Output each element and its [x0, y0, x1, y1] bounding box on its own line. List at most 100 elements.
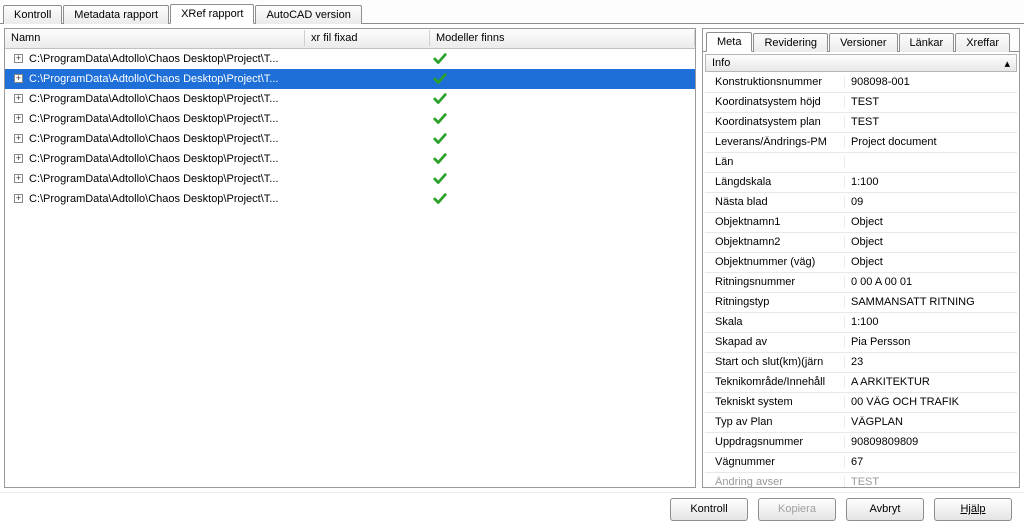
expand-icon[interactable]: + [14, 94, 23, 103]
property-key: Objektnamn1 [705, 216, 845, 228]
property-value[interactable]: TEST [845, 96, 1017, 108]
property-value[interactable]: A ARKITEKTUR [845, 376, 1017, 388]
property-row[interactable]: Objektnamn1Object [705, 213, 1017, 233]
property-value[interactable]: Object [845, 236, 1017, 248]
property-key: Konstruktionsnummer [705, 76, 845, 88]
column-header-modeller[interactable]: Modeller finns [430, 30, 695, 46]
tab-lankar[interactable]: Länkar [899, 33, 955, 52]
cell-modeller [430, 172, 695, 186]
expand-icon[interactable]: + [14, 114, 23, 123]
hjalp-label: Hjälp [960, 503, 985, 515]
tab-xreffar[interactable]: Xreffar [955, 33, 1010, 52]
expand-icon[interactable]: + [14, 54, 23, 63]
property-row[interactable]: Typ av PlanVÄGPLAN [705, 413, 1017, 433]
property-value[interactable]: 1:100 [845, 176, 1017, 188]
property-row[interactable]: Skapad avPia Persson [705, 333, 1017, 353]
list-header: Namn xr fil fixad Modeller finns [5, 29, 695, 49]
property-value[interactable]: Object [845, 216, 1017, 228]
property-row[interactable]: Ändring avserTEST [705, 473, 1017, 487]
property-value[interactable]: Object [845, 256, 1017, 268]
property-value[interactable]: 0 00 A 00 01 [845, 276, 1017, 288]
cell-modeller [430, 52, 695, 66]
property-key: Skapad av [705, 336, 845, 348]
xref-list-panel: Namn xr fil fixad Modeller finns + C:\Pro… [4, 28, 696, 488]
tab-autocad-version[interactable]: AutoCAD version [255, 5, 361, 24]
footer: Kontroll Kopiera Avbryt Hjälp [0, 492, 1024, 527]
table-row[interactable]: +C:\ProgramData\Adtollo\Chaos Desktop\Pr… [5, 69, 695, 89]
property-row[interactable]: Objektnamn2Object [705, 233, 1017, 253]
table-row[interactable]: +C:\ProgramData\Adtollo\Chaos Desktop\Pr… [5, 169, 695, 189]
kopiera-button: Kopiera [758, 498, 836, 521]
column-header-namn[interactable]: Namn [5, 30, 305, 46]
table-row[interactable]: + C:\ProgramData\Adtollo\Chaos Desktop\Pr… [5, 89, 695, 109]
table-row[interactable]: + C:\ProgramData\Adtollo\Chaos Desktop\Pr… [5, 189, 695, 209]
property-value[interactable]: 1:100 [845, 316, 1017, 328]
avbryt-button[interactable]: Avbryt [846, 498, 924, 521]
property-row[interactable]: Nästa blad09 [705, 193, 1017, 213]
property-row[interactable]: Start och slut(km)(järn23 [705, 353, 1017, 373]
collapse-icon[interactable]: ▴ [1004, 57, 1010, 70]
property-row[interactable]: Tekniskt system00 VÄG OCH TRAFIK [705, 393, 1017, 413]
expand-icon[interactable]: + [14, 194, 23, 203]
property-row[interactable]: Teknikområde/InnehållA ARKITEKTUR [705, 373, 1017, 393]
info-header[interactable]: Info ▴ [705, 54, 1017, 72]
tab-kontroll[interactable]: Kontroll [3, 5, 62, 24]
property-value[interactable]: TEST [845, 476, 1017, 486]
table-row[interactable]: +C:\ProgramData\Adtollo\Chaos Desktop\Pr… [5, 49, 695, 69]
property-key: Län [705, 156, 845, 168]
hjalp-button[interactable]: Hjälp [934, 498, 1012, 521]
property-row[interactable]: Län [705, 153, 1017, 173]
property-value[interactable]: VÄGPLAN [845, 416, 1017, 428]
property-value[interactable]: Pia Persson [845, 336, 1017, 348]
property-value[interactable]: 67 [845, 456, 1017, 468]
property-row[interactable]: Objektnummer (väg)Object [705, 253, 1017, 273]
table-row[interactable]: +C:\ProgramData\Adtollo\Chaos Desktop\Pr… [5, 109, 695, 129]
property-value[interactable]: 09 [845, 196, 1017, 208]
expand-icon[interactable]: + [14, 154, 23, 163]
property-row[interactable]: Skala1:100 [705, 313, 1017, 333]
property-value[interactable]: TEST [845, 116, 1017, 128]
list-item-path: C:\ProgramData\Adtollo\Chaos Desktop\Pro… [29, 133, 278, 145]
tab-revidering[interactable]: Revidering [753, 33, 828, 52]
property-value[interactable]: 00 VÄG OCH TRAFIK [845, 396, 1017, 408]
property-key: Nästa blad [705, 196, 845, 208]
kontroll-button[interactable]: Kontroll [670, 498, 748, 521]
property-key: Objektnummer (väg) [705, 256, 845, 268]
expand-icon[interactable]: + [14, 174, 23, 183]
property-key: Längdskala [705, 176, 845, 188]
property-key: Ritningsnummer [705, 276, 845, 288]
property-row[interactable]: Leverans/Ändrings-PMProject document [705, 133, 1017, 153]
table-row[interactable]: + C:\ProgramData\Adtollo\Chaos Desktop\Pr… [5, 149, 695, 169]
property-value[interactable]: Project document [845, 136, 1017, 148]
property-key: Koordinatsystem plan [705, 116, 845, 128]
property-key: Tekniskt system [705, 396, 845, 408]
list-body: + C:\ProgramData\Adtollo\Chaos Desktop\Pr… [5, 49, 695, 487]
cell-modeller [430, 92, 695, 106]
property-value[interactable]: 90809809809 [845, 436, 1017, 448]
property-row[interactable]: Vägnummer67 [705, 453, 1017, 473]
property-row[interactable]: RitningstypSAMMANSATT RITNING [705, 293, 1017, 313]
tab-versioner[interactable]: Versioner [829, 33, 897, 52]
tab-meta[interactable]: Meta [706, 32, 752, 52]
property-row[interactable]: Konstruktionsnummer908098-001 [705, 73, 1017, 93]
property-row[interactable]: Ritningsnummer0 00 A 00 01 [705, 273, 1017, 293]
property-value[interactable]: 23 [845, 356, 1017, 368]
property-row[interactable]: Koordinatsystem planTEST [705, 113, 1017, 133]
info-header-label: Info [712, 57, 730, 69]
property-row[interactable]: Längdskala1:100 [705, 173, 1017, 193]
property-key: Skala [705, 316, 845, 328]
expand-icon[interactable]: + [14, 74, 23, 83]
tab-xref-rapport[interactable]: XRef rapport [170, 4, 254, 24]
tab-metadata-rapport[interactable]: Metadata rapport [63, 5, 169, 24]
property-value[interactable]: SAMMANSATT RITNING [845, 296, 1017, 308]
list-item-path: C:\ProgramData\Adtollo\Chaos Desktop\Pro… [29, 153, 278, 165]
column-header-xr[interactable]: xr fil fixad [305, 30, 430, 46]
table-row[interactable]: + C:\ProgramData\Adtollo\Chaos Desktop\Pr… [5, 129, 695, 149]
cell-modeller [430, 192, 695, 206]
property-value[interactable]: 908098-001 [845, 76, 1017, 88]
property-row[interactable]: Uppdragsnummer90809809809 [705, 433, 1017, 453]
property-row[interactable]: Koordinatsystem höjdTEST [705, 93, 1017, 113]
expand-icon[interactable]: + [14, 134, 23, 143]
list-item-path: C:\ProgramData\Adtollo\Chaos Desktop\Pro… [29, 193, 278, 205]
list-item-path: C:\ProgramData\Adtollo\Chaos Desktop\Pro… [29, 93, 278, 105]
